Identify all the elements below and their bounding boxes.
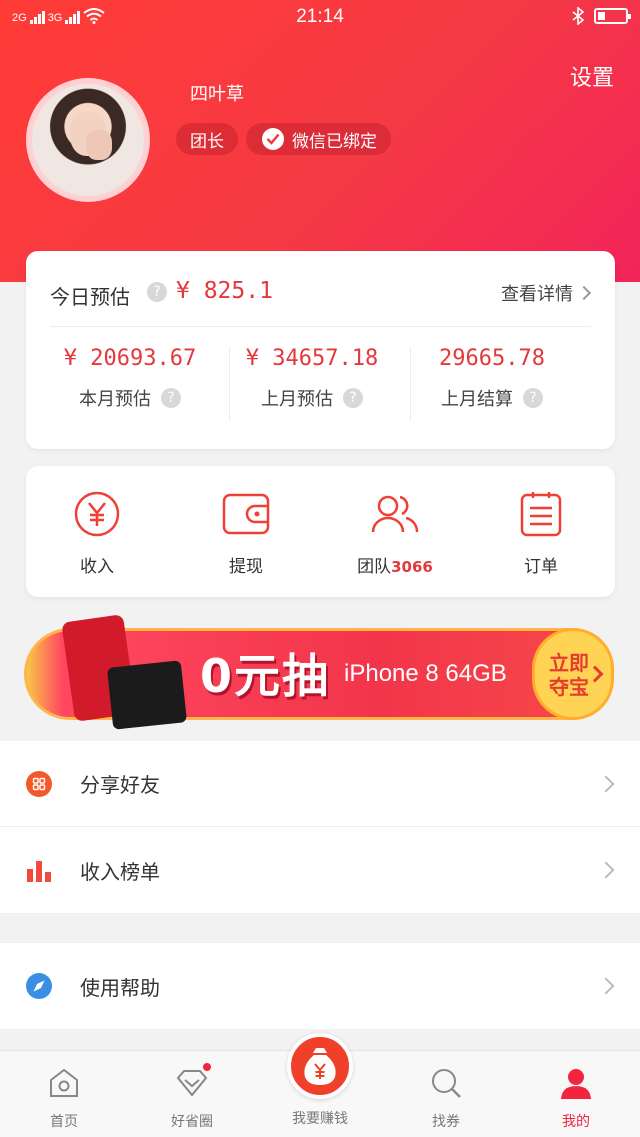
money-bag-icon <box>304 1048 336 1085</box>
settings-button[interactable]: 设置 <box>570 60 614 92</box>
stat-label: 本月预估 <box>79 389 151 410</box>
home-icon <box>46 1065 82 1101</box>
bluetooth-icon <box>572 7 584 25</box>
stat-label: 上月预估 <box>261 389 333 410</box>
tab-haoshengquan[interactable]: 好省圈 <box>142 1065 242 1131</box>
stat-value: ¥ 34657.18 <box>245 346 379 371</box>
menu-group: 分享好友 收入榜单 <box>0 741 640 913</box>
menu-item-help[interactable]: 使用帮助 <box>0 943 640 1029</box>
withdraw-button[interactable]: 提现 <box>191 490 301 577</box>
person-icon <box>558 1065 594 1101</box>
share-grid-icon <box>26 770 52 797</box>
team-button[interactable]: 团队3066 <box>340 490 450 577</box>
shortcut-label: 团队3066 <box>340 552 450 577</box>
role-badge-label: 团长 <box>190 131 224 152</box>
tab-find-coupons[interactable]: 找券 <box>396 1065 496 1131</box>
role-badge: 团长 <box>176 123 238 155</box>
stat-value: ¥ 20693.67 <box>63 346 197 371</box>
clock: 21:14 <box>296 6 344 27</box>
help-icon[interactable]: ? <box>161 388 181 408</box>
avatar[interactable] <box>26 78 150 202</box>
battery-icon <box>594 8 631 24</box>
team-label: 团队 <box>357 557 392 577</box>
menu-item-share-friends[interactable]: 分享好友 <box>0 741 640 827</box>
help-icon[interactable]: ? <box>343 388 363 408</box>
yen-circle-icon <box>72 490 122 538</box>
tab-label: 好省圈 <box>171 1114 213 1130</box>
tab-label: 我的 <box>562 1114 590 1130</box>
banner-product: iPhone 8 64GB <box>344 660 507 687</box>
help-icon[interactable]: ? <box>523 388 543 408</box>
shortcut-label: 提现 <box>229 557 263 577</box>
bar-chart-icon <box>27 861 51 882</box>
banner-cta-button[interactable]: 立即 夺宝 <box>532 628 614 720</box>
stat-this-month: ¥ 20693.67 本月预估? <box>40 346 220 411</box>
compass-icon <box>26 973 52 999</box>
view-details-link[interactable]: 查看详情 <box>501 280 592 306</box>
tab-home[interactable]: 首页 <box>14 1065 114 1131</box>
chevron-right-icon <box>576 285 592 301</box>
stat-value: 29665.78 <box>439 346 545 371</box>
tab-label: 首页 <box>50 1114 78 1130</box>
chevron-right-icon <box>597 977 615 995</box>
menu-item-label: 分享好友 <box>80 773 160 797</box>
earnings-card: 今日预估 ? ¥ 825.1 查看详情 ¥ 20693.67 本月预估? ¥ 3… <box>26 251 615 449</box>
menu-item-income-ranking[interactable]: 收入榜单 <box>0 827 640 913</box>
username: 四叶草 <box>190 84 244 105</box>
menu-item-label: 收入榜单 <box>80 859 160 884</box>
tab-mine[interactable]: 我的 <box>526 1065 626 1131</box>
menu-item-label: 使用帮助 <box>80 975 160 1000</box>
check-icon <box>262 128 284 150</box>
shortcut-label: 订单 <box>524 557 558 577</box>
wallet-icon <box>221 490 271 538</box>
menu-group: 使用帮助 <box>0 943 640 1029</box>
search-icon <box>428 1065 464 1101</box>
avatar-photo <box>32 84 144 196</box>
orders-button[interactable]: 订单 <box>486 490 596 577</box>
cta-line-2: 夺宝 <box>549 675 589 699</box>
income-button[interactable]: 收入 <box>42 490 152 577</box>
bottom-tab-bar: 首页 好省圈 我要赚钱 找券 我的 <box>0 1033 640 1137</box>
earn-money-button[interactable] <box>287 1033 353 1099</box>
stat-last-settled: 29665.78 上月结算? <box>402 346 582 411</box>
profile-header: 2G 3G 21:14 设置 四叶草 团长 微信已绑定 <box>0 0 640 282</box>
view-details-label: 查看详情 <box>501 284 573 305</box>
status-bar: 2G 3G 21:14 <box>0 0 640 36</box>
wechat-bound-label: 微信已绑定 <box>292 131 377 152</box>
order-list-icon <box>516 490 566 538</box>
wechat-bound-badge: 微信已绑定 <box>246 123 391 155</box>
stat-label: 上月结算 <box>441 389 513 410</box>
stat-last-month: ¥ 34657.18 上月预估? <box>222 346 402 411</box>
shortcuts-card: 收入 提现 团队3066 订单 <box>26 466 615 597</box>
banner-headline: 0元抽 <box>200 649 331 703</box>
shortcut-label: 收入 <box>80 557 114 577</box>
team-count: 3066 <box>391 558 433 576</box>
tab-label[interactable]: 我要赚钱 <box>270 1108 370 1128</box>
phone-image <box>106 660 188 730</box>
tab-label: 找券 <box>432 1114 460 1130</box>
status-right <box>572 7 631 25</box>
divider <box>50 326 591 327</box>
team-icon <box>370 490 420 538</box>
help-icon[interactable]: ? <box>147 282 167 302</box>
today-estimate-label: 今日预估 <box>50 285 130 309</box>
today-estimate-value: ¥ 825.1 <box>176 278 273 304</box>
notification-dot <box>203 1063 211 1071</box>
chevron-right-icon <box>597 861 615 879</box>
chevron-right-icon <box>597 775 615 792</box>
lottery-banner[interactable]: 0元抽 iPhone 8 64GB 立即 夺宝 <box>24 614 620 730</box>
